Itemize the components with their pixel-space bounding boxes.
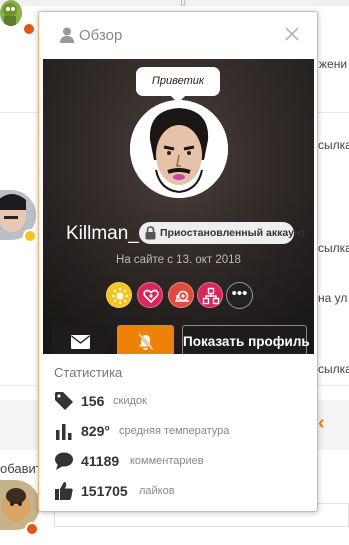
- more-achievements-button[interactable]: •••: [226, 282, 253, 309]
- chevron-left-icon[interactable]: ‹: [318, 412, 325, 435]
- stat-label: скидок: [113, 395, 147, 407]
- background-flame-badge-icon: [22, 22, 36, 36]
- background-text-3: обавит: [0, 461, 42, 476]
- bell-off-icon: [137, 333, 154, 354]
- bar-chart-icon: [54, 421, 74, 441]
- thumbs-up-icon: [54, 481, 74, 501]
- user-icon: [60, 27, 74, 43]
- envelope-icon: [71, 335, 90, 354]
- heart-badge-icon[interactable]: [137, 282, 163, 308]
- network-badge-icon[interactable]: [197, 282, 223, 308]
- stat-value: 156: [81, 393, 105, 409]
- stat-label: лайков: [139, 485, 175, 497]
- snail-badge-icon[interactable]: [168, 282, 194, 308]
- statistics-title: Статистика: [54, 365, 123, 380]
- username[interactable]: Killman_: [66, 223, 139, 245]
- suspended-account-badge: Приостановленный аккаунт: [139, 222, 306, 244]
- background-link-3[interactable]: сылка: [318, 362, 349, 376]
- comment-icon: [54, 451, 74, 471]
- background-text-2: на ул: [318, 291, 348, 305]
- suspended-account-label: Приостановленный аккаунт: [160, 227, 306, 239]
- message-button[interactable]: [52, 325, 108, 354]
- stat-value: 829°: [81, 423, 110, 439]
- popup-title: Обзор: [79, 27, 123, 44]
- background-link-2[interactable]: сылка: [318, 241, 349, 255]
- background-top-bar: [0, 0, 349, 6]
- stat-label: средняя температура: [119, 425, 230, 437]
- user-profile-popup: Обзор Приветик Killman_ Приостановленный…: [38, 11, 318, 512]
- avatar[interactable]: [130, 100, 228, 198]
- popup-header: Обзор: [39, 12, 317, 58]
- stat-value: 151705: [81, 483, 128, 499]
- show-profile-button[interactable]: Показать профиль: [182, 325, 310, 354]
- sun-badge-icon[interactable]: [106, 282, 132, 308]
- member-since: На сайте с 13. окт 2018: [116, 254, 241, 266]
- profile-cover: Приветик Killman_ Приостановленный аккау…: [43, 59, 314, 354]
- background-page-glyph: ▯: [180, 0, 187, 7]
- lock-icon: [145, 226, 156, 240]
- stat-value: 41189: [81, 453, 120, 469]
- background-text-1: жени: [319, 57, 348, 71]
- background-flame-badge-icon-2: [25, 522, 39, 536]
- background-rank-badge-icon: [23, 229, 37, 243]
- tag-icon: [54, 391, 74, 411]
- background-link-1[interactable]: сылка: [318, 138, 349, 152]
- close-icon[interactable]: [283, 25, 301, 43]
- mute-notifications-button[interactable]: [117, 325, 174, 354]
- stat-label: комментариев: [130, 455, 204, 467]
- background-avatar-top[interactable]: [0, 0, 22, 26]
